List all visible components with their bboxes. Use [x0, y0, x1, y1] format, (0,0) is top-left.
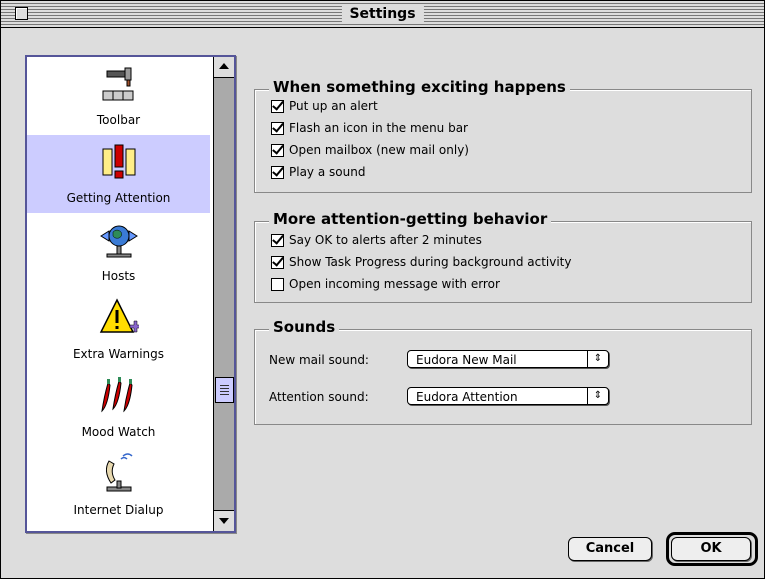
attention-sound-value: Eudora Attention [416, 390, 518, 404]
sidebar-scrollbar[interactable] [213, 57, 234, 531]
telephone-icon [105, 453, 133, 492]
checkbox-label: Play a sound [289, 165, 366, 179]
sidebar-item-extra-warnings[interactable]: Extra Warnings [27, 291, 210, 369]
new-mail-sound-value: Eudora New Mail [416, 353, 517, 367]
checkbox-say-ok[interactable]: Say OK to alerts after 2 minutes [271, 231, 482, 249]
sidebar-item-label: Extra Warnings [72, 347, 165, 361]
checkbox-box[interactable] [271, 255, 284, 269]
sidebar-item-hosts[interactable]: Hosts [27, 213, 210, 291]
checkbox-play-sound[interactable]: Play a sound [271, 163, 365, 181]
attention-group-title: More attention-getting behavior [269, 209, 552, 229]
sidebar-item-getting-attention[interactable]: Getting Attention [27, 135, 210, 213]
sidebar-item-label: Hosts [101, 269, 136, 283]
checkbox-label: Open mailbox (new mail only) [289, 143, 469, 157]
attention-sound-label: Attention sound: [269, 390, 369, 404]
attention-sound-row: Attention sound: Eudora Attention ⇕ [269, 387, 739, 409]
sidebar-item-label: Getting Attention [66, 191, 171, 205]
globe-hosts-icon [99, 225, 138, 258]
checkbox-open-mailbox[interactable]: Open mailbox (new mail only) [271, 141, 469, 159]
sidebar-item-toolbar[interactable]: Toolbar [27, 57, 210, 135]
chili-peppers-icon [100, 377, 133, 413]
checkbox-label: Show Task Progress during background act… [289, 255, 572, 269]
checkbox-label: Say OK to alerts after 2 minutes [289, 233, 482, 247]
checkbox-open-incoming-error[interactable]: Open incoming message with error [271, 275, 500, 293]
checkbox-box[interactable] [271, 121, 284, 135]
checkbox-box[interactable] [271, 165, 284, 179]
scroll-thumb[interactable] [215, 377, 234, 403]
attention-sound-popup[interactable]: Eudora Attention ⇕ [407, 387, 609, 405]
checkbox-box[interactable] [271, 99, 284, 113]
exciting-group-title: When something exciting happens [269, 77, 570, 97]
new-mail-sound-label: New mail sound: [269, 353, 369, 367]
sidebar-item-label: Toolbar [96, 113, 141, 127]
attention-group: More attention-getting behavior Say OK t… [254, 209, 752, 303]
checkbox-label: Put up an alert [289, 99, 378, 113]
sidebar-item-internet-dialup[interactable]: Internet Dialup [27, 447, 210, 525]
checkbox-box[interactable] [271, 143, 284, 157]
checkbox-label: Open incoming message with error [289, 277, 500, 291]
scroll-up-arrow-icon[interactable] [214, 57, 234, 78]
checkbox-task-progress[interactable]: Show Task Progress during background act… [271, 253, 571, 271]
scroll-down-arrow-icon[interactable] [214, 510, 234, 531]
exciting-group: When something exciting happens Put up a… [254, 77, 752, 193]
sidebar-item-label: Mood Watch [81, 425, 156, 439]
checkbox-label: Flash an icon in the menu bar [289, 121, 468, 135]
checkbox-box[interactable] [271, 277, 284, 291]
sidebar-item-mood-watch[interactable]: Mood Watch [27, 369, 210, 447]
new-mail-sound-row: New mail sound: Eudora New Mail ⇕ [269, 350, 739, 372]
sidebar-item-label: Internet Dialup [73, 503, 164, 517]
settings-category-list: Toolbar Getting Attention Hosts Extra Wa… [25, 55, 236, 533]
checkbox-box[interactable] [271, 233, 284, 247]
new-mail-sound-popup[interactable]: Eudora New Mail ⇕ [407, 350, 609, 368]
sounds-group-title: Sounds [269, 317, 340, 337]
settings-window: Settings Toolbar Getting Attention Hosts… [0, 0, 765, 579]
window-title: Settings [341, 4, 424, 24]
warning-triangle-icon [99, 298, 139, 333]
title-bar[interactable]: Settings [1, 1, 764, 28]
ok-button[interactable]: OK [671, 537, 751, 561]
hammer-toolbar-icon [102, 67, 133, 101]
cancel-button[interactable]: Cancel [568, 537, 652, 561]
close-box[interactable] [15, 7, 28, 20]
alert-exclamation-icon [102, 144, 135, 179]
checkbox-flash-icon[interactable]: Flash an icon in the menu bar [271, 119, 468, 137]
popup-updown-icon: ⇕ [587, 351, 608, 367]
sounds-group: Sounds New mail sound: Eudora New Mail ⇕… [254, 317, 752, 425]
popup-updown-icon: ⇕ [587, 388, 608, 404]
checkbox-put-up-alert[interactable]: Put up an alert [271, 97, 378, 115]
